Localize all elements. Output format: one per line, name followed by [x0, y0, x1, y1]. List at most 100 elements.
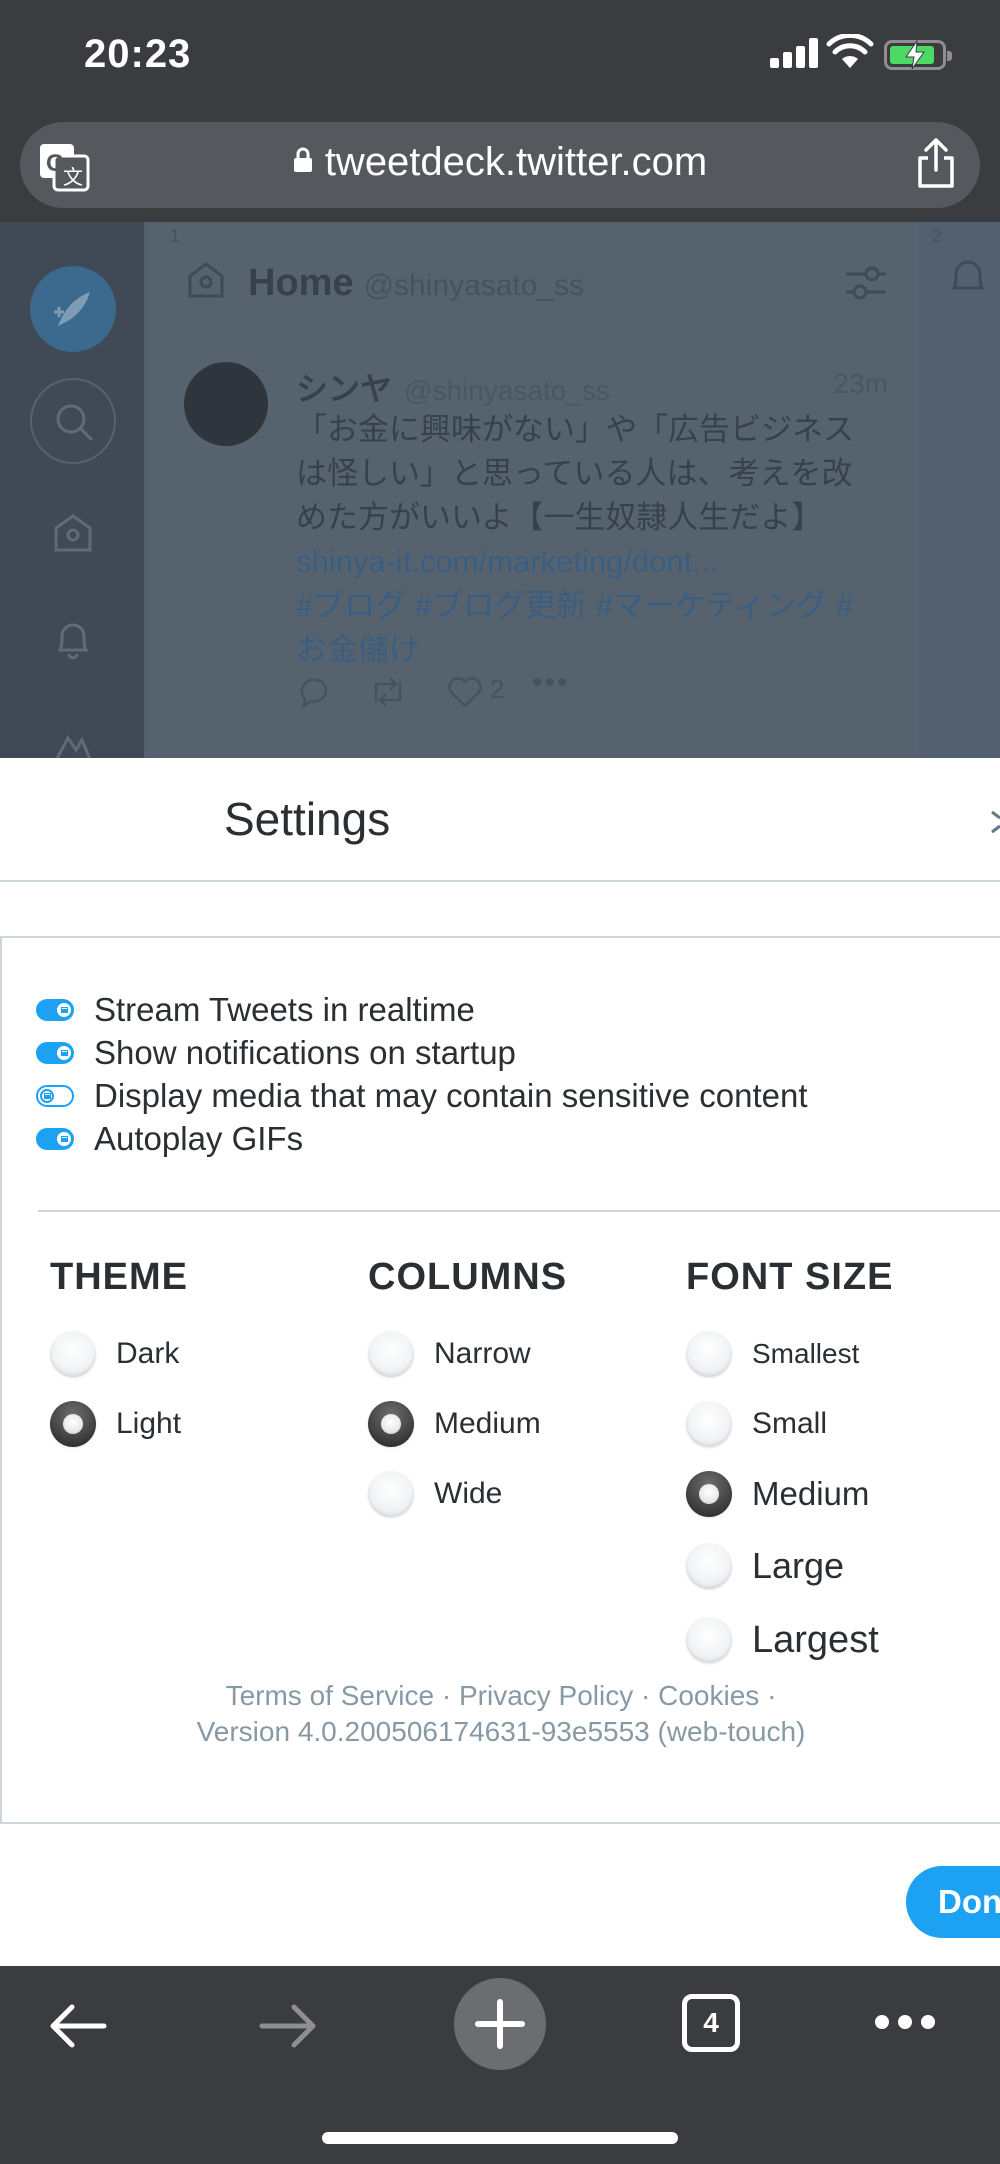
- compose-button: [30, 266, 116, 352]
- activity-icon: [55, 735, 92, 758]
- radio-button[interactable]: [368, 1331, 414, 1377]
- done-button[interactable]: Done: [906, 1866, 1000, 1938]
- url-text: tweetdeck.twitter.com: [324, 140, 708, 184]
- settings-footer: Terms of Service · Privacy Policy · Cook…: [2, 1678, 1000, 1750]
- font-size-option-small[interactable]: Small: [686, 1401, 893, 1447]
- option-label: Medium: [752, 1475, 870, 1512]
- toggle-row-autoplay-gifs[interactable]: Autoplay GIFs: [36, 1117, 808, 1160]
- radio-button-selected[interactable]: [686, 1471, 732, 1517]
- tweet-text: 「お金に興味がない」や「広告ビジネス は怪しい」と思っている人は、考えを改 めた…: [296, 408, 886, 672]
- font-size-option-smallest[interactable]: Smallest: [686, 1331, 893, 1377]
- toggle-row-notifications[interactable]: Show notifications on startup: [36, 1031, 808, 1074]
- side-nav: [0, 222, 144, 758]
- option-label: Largest: [752, 1618, 879, 1661]
- font-size-option-largest[interactable]: Largest: [686, 1617, 893, 1663]
- radio-button[interactable]: [686, 1331, 732, 1377]
- plus-icon: [475, 1999, 525, 2049]
- columns-option-wide[interactable]: Wide: [368, 1471, 567, 1517]
- home-column: 1 2 Home @shinyasato_ss シンヤ @shinyasato_ss…: [148, 222, 942, 758]
- theme-group: THEME Dark Light: [50, 1256, 188, 1471]
- toggle-label: Stream Tweets in realtime: [94, 990, 475, 1028]
- font-size-heading: FONT SIZE: [686, 1256, 894, 1298]
- next-column-bell-icon: [951, 260, 985, 290]
- tab-switcher-button[interactable]: 4: [682, 1994, 740, 2052]
- search-nav: [30, 378, 116, 464]
- forward-arrow-icon[interactable]: [256, 1994, 320, 2058]
- radio-button[interactable]: [50, 1331, 96, 1377]
- radio-button-selected[interactable]: [50, 1401, 96, 1447]
- column-number-1: 1: [170, 226, 181, 246]
- toggle-row-stream[interactable]: Stream Tweets in realtime: [36, 988, 808, 1031]
- modal-title: Settings: [224, 793, 391, 845]
- tweet-author-name: シンヤ: [296, 371, 393, 407]
- theme-option-dark[interactable]: Dark: [50, 1331, 188, 1377]
- status-time: 20:23: [84, 32, 192, 76]
- toggle-switch[interactable]: [36, 1084, 74, 1107]
- privacy-link[interactable]: Privacy Policy: [459, 1680, 633, 1711]
- font-size-option-large[interactable]: Large: [686, 1543, 893, 1589]
- radio-button[interactable]: [368, 1471, 414, 1517]
- theme-heading: THEME: [50, 1256, 188, 1298]
- column-title: Home @shinyasato_ss: [248, 262, 584, 305]
- tweet-hashtags: お金儲け: [296, 632, 420, 667]
- column-number-2: 2: [932, 226, 943, 246]
- compose-quill-icon: [54, 292, 90, 326]
- radio-button-selected[interactable]: [368, 1401, 414, 1447]
- toggle-list: Stream Tweets in realtime Show notificat…: [36, 988, 808, 1160]
- tab-count: 4: [703, 2007, 719, 2038]
- new-tab-button[interactable]: [454, 1978, 546, 2070]
- lock-icon: [293, 148, 312, 173]
- radio-button[interactable]: [686, 1617, 732, 1663]
- columns-option-medium[interactable]: Medium: [368, 1401, 567, 1447]
- terms-link[interactable]: Terms of Service: [226, 1680, 435, 1711]
- modal-header: Settings: [0, 758, 1000, 882]
- column-title-text: Home: [248, 262, 354, 304]
- toggle-switch[interactable]: [36, 998, 74, 1021]
- more-icon: •••: [532, 666, 570, 699]
- footer-separator: ·: [441, 1680, 452, 1711]
- tweet-avatar: [184, 362, 268, 446]
- search-icon: [56, 404, 94, 442]
- radio-button[interactable]: [686, 1543, 732, 1589]
- url-display[interactable]: tweetdeck.twitter.com: [20, 140, 980, 185]
- option-label: Light: [116, 1407, 182, 1440]
- theme-option-light[interactable]: Light: [50, 1401, 188, 1447]
- home-icon: [54, 514, 92, 552]
- home-indicator: [322, 2132, 678, 2144]
- share-icon[interactable]: [914, 136, 958, 190]
- tweet-hashtags: #ブログ #ブログ更新 #マーケティング #: [296, 588, 854, 623]
- column-settings-icon: [846, 266, 886, 300]
- address-bar[interactable]: G 文 tweetdeck.twitter.com: [20, 122, 980, 208]
- columns-option-narrow[interactable]: Narrow: [368, 1331, 567, 1377]
- notifications-icon: [57, 623, 89, 660]
- cellular-signal-icon: [770, 38, 820, 68]
- font-size-option-medium[interactable]: Medium: [686, 1471, 893, 1517]
- toggle-row-sensitive-media[interactable]: Display media that may contain sensitive…: [36, 1074, 808, 1117]
- close-icon[interactable]: [990, 802, 1000, 842]
- option-label: Narrow: [434, 1337, 531, 1370]
- toggle-switch[interactable]: [36, 1041, 74, 1064]
- settings-panel: Stream Tweets in realtime Show notificat…: [0, 936, 1000, 1824]
- option-label: Smallest: [752, 1338, 860, 1369]
- like-count: 2: [490, 674, 505, 704]
- radio-button[interactable]: [686, 1401, 732, 1447]
- footer-separator: ·: [767, 1680, 777, 1711]
- toggle-label: Display media that may contain sensitive…: [94, 1076, 808, 1114]
- toggle-switch[interactable]: [36, 1127, 74, 1150]
- option-label: Wide: [434, 1477, 503, 1510]
- column-handle: @shinyasato_ss: [363, 269, 585, 302]
- tweet-actions: 2 •••: [296, 666, 596, 712]
- settings-modal: Settings Stream Tweets in realtime Show …: [0, 758, 1000, 1966]
- tweetdeck-background: 1 2 Home @shinyasato_ss シンヤ @shinyasato_ss…: [0, 222, 1000, 758]
- toggle-label: Autoplay GIFs: [94, 1119, 304, 1157]
- cookies-link[interactable]: Cookies: [658, 1680, 759, 1711]
- option-label: Dark: [116, 1337, 180, 1370]
- reply-icon: [300, 678, 328, 710]
- back-arrow-icon[interactable]: [46, 1994, 110, 2058]
- tweet-line: 「お金に興味がない」や「広告ビジネス: [296, 412, 854, 447]
- column-home-icon: [188, 262, 224, 298]
- wifi-icon: [826, 34, 874, 68]
- tweet-line: は怪しい」と思っている人は、考えを改: [296, 456, 853, 491]
- font-size-group: FONT SIZE Smallest Small Medium Large La…: [686, 1256, 893, 1687]
- more-options-icon[interactable]: [872, 2010, 938, 2034]
